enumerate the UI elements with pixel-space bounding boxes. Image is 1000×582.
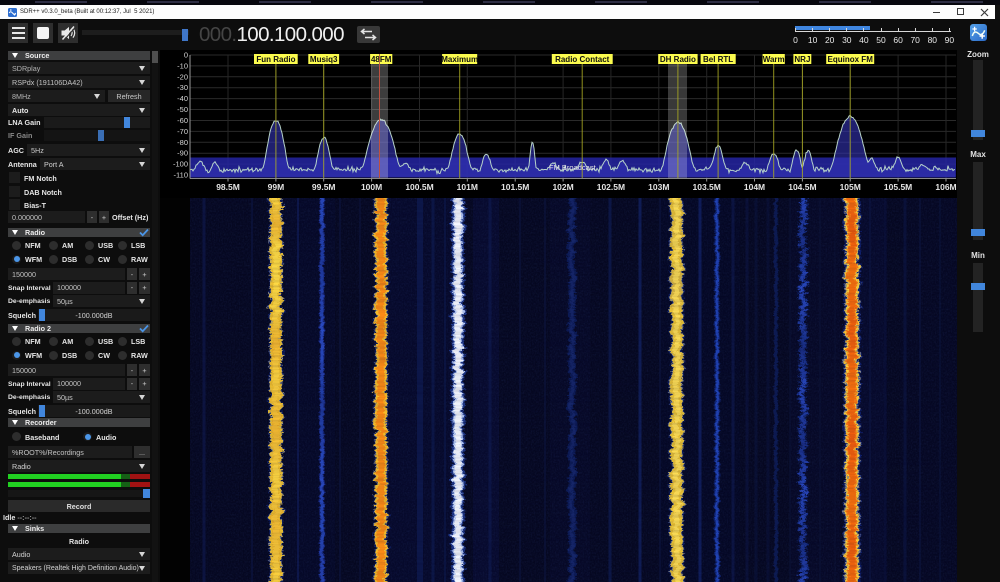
svg-text:NRJ: NRJ: [794, 55, 810, 64]
svg-text:-30: -30: [177, 83, 188, 92]
svg-text:-50: -50: [177, 105, 188, 114]
svg-text:100.5M: 100.5M: [405, 182, 433, 192]
svg-text:104M: 104M: [744, 182, 765, 192]
svg-text:99M: 99M: [268, 182, 285, 192]
svg-text:103.5M: 103.5M: [693, 182, 721, 192]
svg-text:-80: -80: [177, 138, 188, 147]
svg-text:Fun Radio: Fun Radio: [256, 55, 295, 64]
svg-text:-70: -70: [177, 127, 188, 136]
svg-text:Equinox FM: Equinox FM: [828, 55, 874, 64]
svg-text:FM Broadcast: FM Broadcast: [549, 163, 597, 172]
svg-text:-110: -110: [174, 171, 188, 180]
svg-text:Musiq3: Musiq3: [310, 55, 338, 64]
svg-text:106M: 106M: [935, 182, 956, 192]
svg-text:Bel RTL: Bel RTL: [703, 55, 733, 64]
svg-text:102M: 102M: [552, 182, 573, 192]
svg-text:98.5M: 98.5M: [216, 182, 240, 192]
svg-text:99.5M: 99.5M: [312, 182, 336, 192]
svg-text:105.5M: 105.5M: [884, 182, 912, 192]
svg-text:105M: 105M: [840, 182, 861, 192]
svg-text:-10: -10: [177, 61, 188, 70]
svg-text:101M: 101M: [457, 182, 478, 192]
svg-text:102.5M: 102.5M: [597, 182, 625, 192]
svg-text:48FM: 48FM: [371, 55, 392, 64]
svg-text:0: 0: [184, 51, 188, 60]
svg-text:Maximum: Maximum: [441, 55, 478, 64]
svg-text:103M: 103M: [648, 182, 669, 192]
svg-text:-20: -20: [177, 72, 188, 81]
svg-text:104.5M: 104.5M: [788, 182, 816, 192]
svg-text:Warm: Warm: [763, 55, 785, 64]
svg-text:-60: -60: [177, 116, 188, 125]
svg-text:101.5M: 101.5M: [501, 182, 529, 192]
svg-text:-100: -100: [173, 160, 188, 169]
svg-text:-40: -40: [177, 94, 188, 103]
svg-text:Radio Contact: Radio Contact: [555, 55, 610, 64]
svg-text:DH Radio: DH Radio: [660, 55, 696, 64]
svg-text:100M: 100M: [361, 182, 382, 192]
svg-text:-90: -90: [177, 149, 188, 158]
